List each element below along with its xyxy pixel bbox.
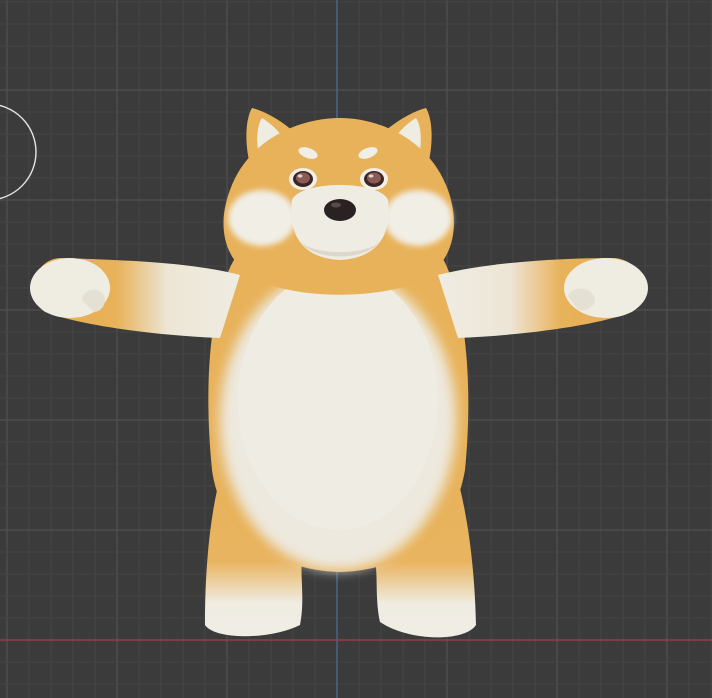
shiba-model[interactable] [0,0,712,698]
head [223,108,454,295]
right-arm [438,258,648,338]
3d-viewport[interactable] [0,0,712,698]
right-eye [360,168,388,190]
nose [324,199,356,221]
left-eye [289,168,317,190]
left-arm [30,258,240,338]
